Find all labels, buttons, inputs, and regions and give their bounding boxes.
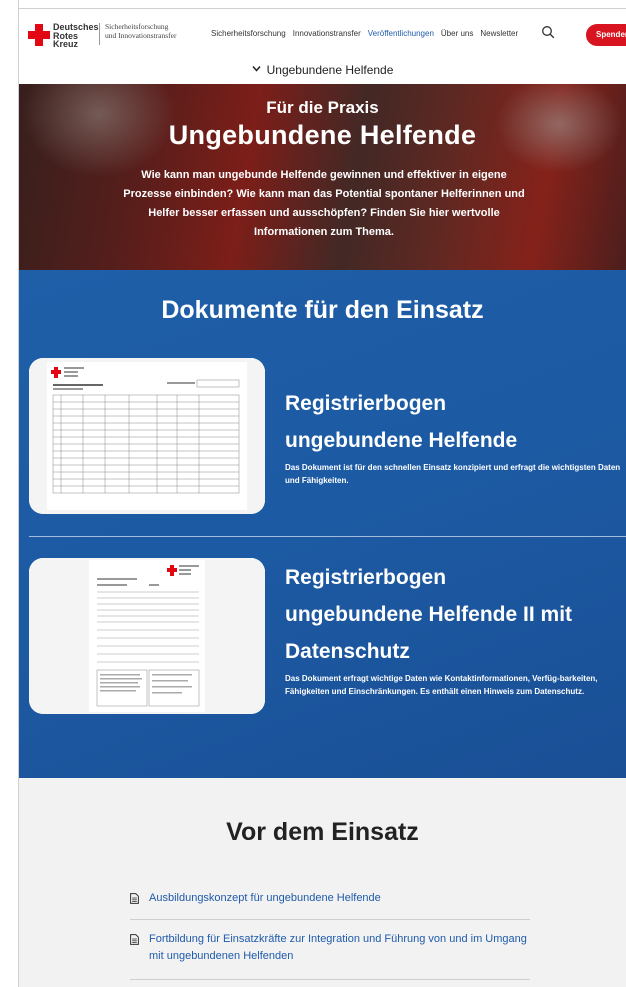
before-deployment-section: Vor dem Einsatz Ausbildungskonzept für u… <box>19 778 626 987</box>
download-link[interactable]: Fortbildung für Einsatzkräfte zur Integr… <box>130 931 530 967</box>
document-title-line: Datenschutz <box>285 640 410 663</box>
document-title-line: Registrierbogen <box>285 566 447 589</box>
tagline: Sicherheitsforschung und Innovationstran… <box>105 22 177 40</box>
logo-wordmark[interactable]: Deutsches Rotes Kreuz <box>53 23 99 49</box>
hero-kicker: Für die Praxis <box>266 98 379 117</box>
documents-section: Dokumente für den Einsatz Registrierboge… <box>19 270 626 778</box>
registration-form-preview <box>29 358 265 514</box>
nav-item-innovationstransfer[interactable]: Innovationstransfer <box>293 29 361 38</box>
chevron-down-icon <box>252 66 261 72</box>
tagline-line: und Innovationstransfer <box>105 30 177 40</box>
search-icon[interactable] <box>541 25 555 39</box>
logo-line: Kreuz <box>53 39 79 49</box>
section-subnav[interactable]: Ungebundene Helfende <box>19 59 626 82</box>
subnav-label: Ungebundene Helfende <box>266 63 394 77</box>
document-description: Das Dokument ist für den schnellen Einsa… <box>285 463 621 485</box>
document-preview-thumbnail[interactable] <box>29 358 265 514</box>
document-title[interactable]: Registrierbogen ungebundene Helfende II … <box>285 559 572 670</box>
nav-item-veroeffentlichungen[interactable]: Veröffentlichungen <box>368 29 434 38</box>
nav-item-ueber-uns[interactable]: Über uns <box>441 29 473 38</box>
document-description: Das Dokument erfragt wichtige Daten wie … <box>285 674 598 696</box>
nav-item-sicherheitsforschung[interactable]: Sicherheitsforschung <box>211 29 286 38</box>
hero-description: Wie kann man ungebunde Helfende gewinnen… <box>123 169 525 238</box>
document-title[interactable]: Registrierbogen ungebundene Helfende <box>285 385 517 459</box>
document-title-line: ungebundene Helfende II mit <box>285 603 573 626</box>
section-title: Dokumente für den Einsatz <box>161 296 484 324</box>
link-label: Ausbildungskonzept für ungebundene Helfe… <box>149 892 381 904</box>
window-border-left <box>18 0 19 987</box>
main-nav: Sicherheitsforschung Innovationstransfer… <box>211 29 518 38</box>
document-icon <box>130 893 139 904</box>
hero-banner: Für die Praxis Ungebundene Helfende Wie … <box>19 84 626 270</box>
document-title-line: ungebundene Helfende <box>285 429 518 452</box>
document-icon <box>130 934 139 945</box>
document-preview-thumbnail[interactable] <box>29 558 265 714</box>
registration-form-privacy-preview <box>29 558 265 714</box>
list-separator <box>130 919 530 920</box>
list-separator <box>130 979 530 980</box>
red-cross-logo-icon[interactable] <box>28 24 50 46</box>
section-title: Vor dem Einsatz <box>226 818 419 846</box>
nav-item-newsletter[interactable]: Newsletter <box>480 29 518 38</box>
document-title-line: Registrierbogen <box>285 392 447 415</box>
download-link[interactable]: Ausbildungskonzept für ungebundene Helfe… <box>130 890 530 908</box>
section-divider <box>29 536 626 537</box>
window-border-top <box>18 8 626 9</box>
donate-button[interactable]: Spenden <box>586 24 626 46</box>
logo-divider <box>99 23 100 45</box>
hero-title: Ungebundene Helfende <box>168 120 477 150</box>
link-label: Fortbildung für Einsatzkräfte zur Integr… <box>149 933 527 962</box>
site-header: Deutsches Rotes Kreuz Sicherheitsforschu… <box>19 9 626 59</box>
